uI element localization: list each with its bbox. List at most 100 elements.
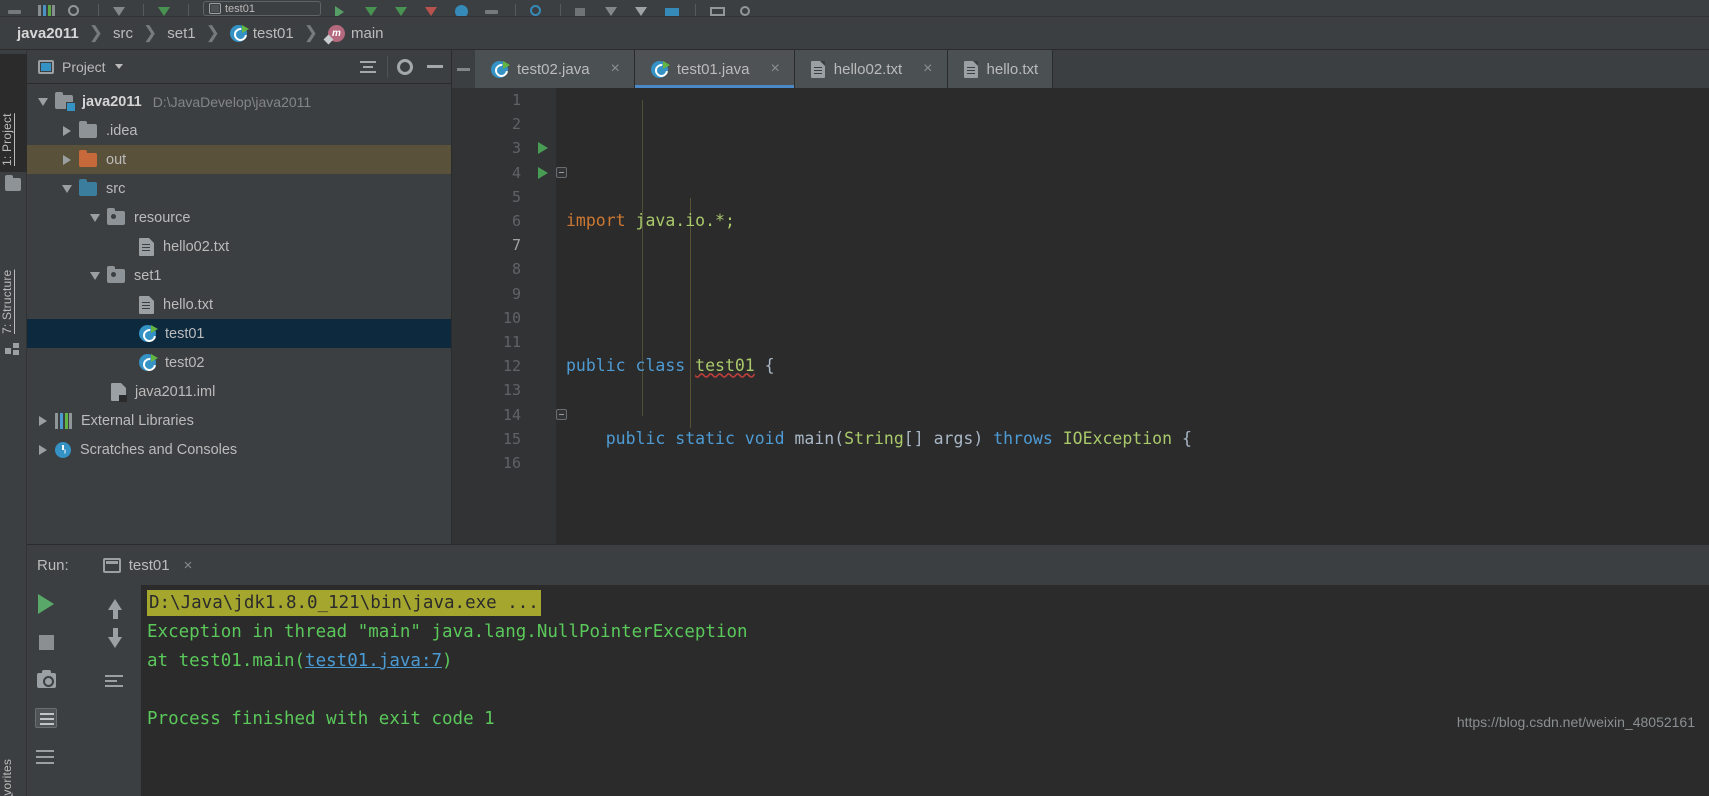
scratches-icon (55, 441, 71, 458)
header-divider (387, 55, 388, 78)
hide-window-icon[interactable] (427, 65, 443, 68)
close-icon[interactable]: × (184, 557, 193, 574)
token: main (794, 428, 835, 448)
expand-arrow-right-icon[interactable] (31, 415, 55, 426)
layout-icon[interactable] (665, 2, 681, 16)
sort-icon[interactable] (635, 2, 651, 16)
tool-window-button-favorites[interactable]: 2: Favorites (0, 740, 27, 796)
tree-node-hello02-txt[interactable]: hello02.txt (27, 232, 451, 261)
expand-arrow-down-icon[interactable] (55, 184, 79, 193)
chevron-down-icon[interactable] (113, 2, 129, 16)
hide-tabs-icon[interactable] (452, 50, 475, 88)
run-class-gutter-icon[interactable] (533, 136, 553, 160)
tree-node-java2011-iml[interactable]: java2011.iml (27, 377, 451, 406)
code-editor[interactable]: 1 2 3 4 5 6 7 8 9 10 11 12 13 14 15 16 i… (452, 88, 1709, 544)
chevron-down-icon[interactable] (114, 64, 123, 69)
tree-node-scratches-and-consoles[interactable]: Scratches and Consoles (27, 435, 451, 464)
gear-icon[interactable] (397, 58, 413, 75)
close-icon[interactable]: × (770, 61, 779, 77)
editor-vertical-scrollbar[interactable] (1696, 126, 1709, 544)
editor-tab-hello-txt[interactable]: hello.txt (947, 50, 1054, 88)
tree-node-out[interactable]: out (27, 145, 451, 174)
open-icon[interactable] (8, 2, 24, 16)
tree-node-hello-txt[interactable]: hello.txt (27, 290, 451, 319)
tree-node-test01[interactable]: test01 (27, 319, 451, 348)
project-tool-window: Project java2011 D:\JavaDevelop\java2011 (27, 50, 452, 544)
tree-node-external-libraries[interactable]: External Libraries (27, 406, 451, 435)
line-number: 2 (511, 115, 521, 134)
editor-tab-hello02-txt[interactable]: hello02.txt × (794, 50, 948, 88)
expand-arrow-down-icon[interactable] (83, 213, 107, 222)
project-tree[interactable]: java2011 D:\JavaDevelop\java2011 .idea o… (27, 84, 451, 464)
stacktrace-link[interactable]: test01.java:7 (305, 651, 442, 671)
toolbar-divider (98, 4, 99, 16)
stacktrace-prefix: at test01.main( (147, 651, 306, 671)
up-button[interactable] (89, 585, 141, 623)
arrow-down-icon (108, 627, 122, 648)
tree-node-java2011[interactable]: java2011 D:\JavaDevelop\java2011 (27, 87, 451, 116)
search-everywhere-icon[interactable] (530, 2, 546, 16)
expand-arrow-right-icon[interactable] (55, 125, 79, 136)
expand-arrow-down-icon[interactable] (83, 271, 107, 280)
window-icon[interactable] (710, 2, 726, 16)
close-icon[interactable]: × (923, 61, 932, 77)
down-button[interactable] (89, 623, 141, 661)
run-tab-test01[interactable]: test01 × (91, 551, 203, 580)
marker-gutter[interactable] (530, 88, 567, 544)
tree-node-test02[interactable]: test02 (27, 348, 451, 377)
tool-window-button-structure[interactable]: 7: Structure (0, 230, 27, 340)
collapse-all-icon[interactable] (358, 59, 378, 75)
minimize-icon[interactable] (485, 2, 501, 16)
breadcrumb-item-main[interactable]: m main (323, 24, 389, 42)
close-icon[interactable]: × (611, 61, 620, 77)
forward-icon[interactable] (605, 2, 621, 16)
text-file-icon (139, 237, 154, 256)
scroll-to-end-button[interactable] (27, 699, 89, 737)
expand-arrow-right-icon[interactable] (31, 444, 55, 455)
breadcrumb-separator-2: ❯ (205, 23, 220, 42)
stop-toolbar-icon[interactable] (425, 2, 441, 16)
breadcrumb-item-test01[interactable]: test01 (225, 24, 299, 42)
stop-button[interactable] (27, 623, 89, 661)
soft-wrap-button[interactable] (89, 661, 141, 699)
vcs-update-icon[interactable] (158, 2, 174, 16)
screenshot-button[interactable] (27, 661, 89, 699)
structure-icon[interactable] (38, 2, 55, 16)
tree-label: hello.txt (163, 296, 213, 313)
rerun-button[interactable] (27, 585, 89, 623)
run-coverage-icon[interactable] (395, 2, 411, 16)
token: java.io.*; (635, 211, 735, 231)
tool-window-button-project[interactable]: 1: Project (0, 54, 27, 172)
breadcrumb-label-0: java2011 (17, 24, 79, 42)
run-configuration-selector[interactable]: test01 (203, 1, 321, 16)
back-icon[interactable] (575, 2, 591, 16)
console-output[interactable]: D:\Java\jdk1.8.0_121\bin\java.exe ... Ex… (141, 585, 1709, 796)
debug-icon[interactable] (365, 2, 381, 16)
print-button[interactable] (27, 737, 89, 775)
globe-icon[interactable] (455, 2, 471, 16)
tree-node-idea[interactable]: .idea (27, 116, 451, 145)
editor-tab-test02-java[interactable]: test02.java × (475, 50, 635, 88)
breadcrumb-item-src[interactable]: src (108, 25, 138, 42)
expand-arrow-right-icon[interactable] (55, 154, 79, 165)
editor-tab-test01-java[interactable]: test01.java × (634, 50, 795, 88)
tree-node-src[interactable]: src (27, 174, 451, 203)
tree-node-set1[interactable]: set1 (27, 261, 451, 290)
code-text[interactable]: import java.io.*; public class test01 { … (556, 88, 1709, 544)
run-method-gutter-icon[interactable] (533, 161, 553, 185)
expand-arrow-down-icon[interactable] (31, 97, 55, 106)
run-tab-label: test01 (128, 556, 170, 574)
code-line-4: public static void main(String[] args) t… (556, 427, 1709, 451)
run-icon[interactable] (335, 2, 351, 16)
search-icon[interactable] (68, 2, 84, 16)
breadcrumb-item-project[interactable]: java2011 (12, 25, 84, 42)
search-icon-2[interactable] (740, 2, 756, 16)
line-number: 3 (511, 139, 521, 158)
breadcrumb-item-set1[interactable]: set1 (162, 25, 200, 42)
tree-node-resource[interactable]: resource (27, 203, 451, 232)
tree-label: Scratches and Consoles (80, 441, 238, 458)
console-icon (102, 557, 121, 573)
breadcrumb-separator-1: ❯ (143, 23, 158, 42)
console-vertical-scrollbar[interactable] (1696, 585, 1709, 796)
